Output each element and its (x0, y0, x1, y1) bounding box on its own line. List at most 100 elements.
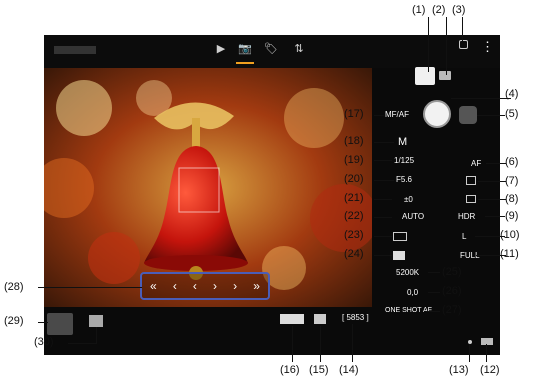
callout-line-22 (374, 217, 392, 218)
lock-icon[interactable] (459, 40, 468, 49)
callout-line-28 (38, 287, 142, 288)
callout-16: (16) (280, 364, 300, 376)
move-left-small-arrow-icon[interactable]: ‹ (193, 279, 197, 293)
callout-line-20 (374, 180, 394, 181)
callout-21: (21) (344, 192, 364, 204)
image-quality[interactable]: L (462, 232, 466, 241)
callout-line-21 (374, 199, 392, 200)
callout-19: (19) (344, 154, 364, 166)
callout-line-3 (462, 17, 463, 41)
callout-24: (24) (344, 248, 364, 260)
iso-setting[interactable]: AUTO (402, 212, 424, 221)
callout-line-8 (478, 199, 506, 200)
shots-remaining: [ 5853 ] (342, 313, 369, 322)
white-balance[interactable]: 5200K (396, 268, 419, 277)
callout-line-17 (374, 115, 384, 116)
callout-17: (17) (344, 108, 364, 120)
callout-23: (23) (344, 229, 364, 241)
callout-13: (13) (449, 364, 469, 376)
tab-tags[interactable]: 🏷 (262, 42, 280, 55)
callout-line-2 (446, 17, 447, 75)
callout-14: (14) (339, 364, 359, 376)
callout-line-13 (469, 344, 470, 362)
callout-4: (4) (505, 88, 519, 100)
callout-line-23 (374, 236, 392, 237)
aperture[interactable]: F5.6 (396, 175, 412, 184)
callout-29: (29) (4, 315, 24, 327)
bitrate-icon (280, 314, 304, 324)
shooting-mode: M (398, 136, 408, 148)
tab-playback[interactable]: ▶ (212, 42, 230, 55)
callout-line-24 (374, 255, 392, 256)
movie-mode-icon[interactable] (439, 71, 451, 80)
callout-line-29 (38, 322, 48, 323)
callout-6: (6) (505, 156, 519, 168)
callout-10: (10) (500, 229, 520, 241)
self-timer-icon[interactable] (466, 176, 476, 185)
callout-line-5 (477, 115, 505, 116)
picture-style-icon[interactable] (393, 251, 405, 260)
callout-2: (2) (432, 4, 446, 16)
exposure-compensation[interactable]: ±0 (404, 195, 413, 204)
move-right-small-arrow-icon[interactable]: › (213, 279, 217, 293)
callout-5: (5) (505, 108, 519, 120)
shutter-button[interactable] (423, 100, 451, 128)
callout-line-27 (426, 311, 440, 312)
drive-mode-icon[interactable] (466, 195, 476, 203)
device-name (54, 46, 96, 54)
callout-line-1 (428, 17, 429, 72)
active-tab-indicator (236, 62, 254, 64)
metering-icon[interactable] (393, 232, 407, 241)
hdr-setting[interactable]: HDR (458, 212, 475, 221)
af-point-move-arrows[interactable]: « ‹ ‹ › › » (140, 272, 270, 300)
callout-line-15 (320, 326, 321, 362)
callout-7: (7) (505, 175, 519, 187)
af-operation[interactable]: ONE SHOT AF (385, 307, 432, 314)
move-left-arrow-icon[interactable]: ‹ (173, 279, 177, 293)
callout-line-30b (96, 327, 97, 344)
move-far-left-arrow-icon[interactable]: « (150, 279, 157, 293)
callout-line-12 (486, 344, 487, 362)
af-method[interactable]: AF (471, 159, 481, 168)
callout-line-7 (478, 181, 506, 182)
callout-line-26 (428, 292, 440, 293)
af-mf-switch[interactable]: MF/AF (385, 110, 409, 119)
callout-28: (28) (4, 281, 24, 293)
callout-line-30 (68, 343, 96, 344)
still-mode-icon[interactable] (415, 67, 435, 85)
live-view-button[interactable] (459, 106, 477, 124)
tab-remote-shooting[interactable]: 📷 (236, 42, 254, 55)
callout-8: (8) (505, 193, 519, 205)
camera-switch-button[interactable] (47, 313, 73, 335)
move-right-arrow-icon[interactable]: › (233, 279, 237, 293)
tab-transfer[interactable]: ⇅ (290, 42, 308, 55)
exposure-simulation-icon[interactable] (89, 315, 103, 327)
callout-12: (12) (480, 364, 500, 376)
callout-line-14 (352, 324, 353, 362)
shutter-speed[interactable]: 1/125 (394, 156, 414, 165)
callout-line-25 (428, 272, 440, 273)
callout-line-19 (374, 160, 392, 161)
callout-22: (22) (344, 210, 364, 222)
callout-9: (9) (505, 210, 519, 222)
more-menu-icon[interactable]: ⋮ (481, 39, 494, 55)
callout-line-9 (485, 216, 505, 217)
callout-18: (18) (344, 135, 364, 147)
callout-30: (30) (34, 336, 54, 348)
callout-3: (3) (452, 4, 466, 16)
move-far-right-arrow-icon[interactable]: » (253, 279, 260, 293)
callout-1: (1) (412, 4, 426, 16)
callout-line-4 (451, 98, 511, 99)
mode-tabs (415, 67, 459, 85)
battery-icon (481, 338, 493, 345)
callout-27: (27) (442, 304, 462, 316)
callout-line-6 (486, 163, 506, 164)
callout-26: (26) (442, 285, 462, 297)
callout-15: (15) (309, 364, 329, 376)
wb-correction[interactable]: 0,0 (407, 288, 418, 297)
callout-20: (20) (344, 173, 364, 185)
callout-11: (11) (500, 248, 519, 260)
card-icon (314, 314, 326, 324)
callout-25: (25) (442, 266, 462, 278)
callout-line-18 (374, 142, 394, 143)
